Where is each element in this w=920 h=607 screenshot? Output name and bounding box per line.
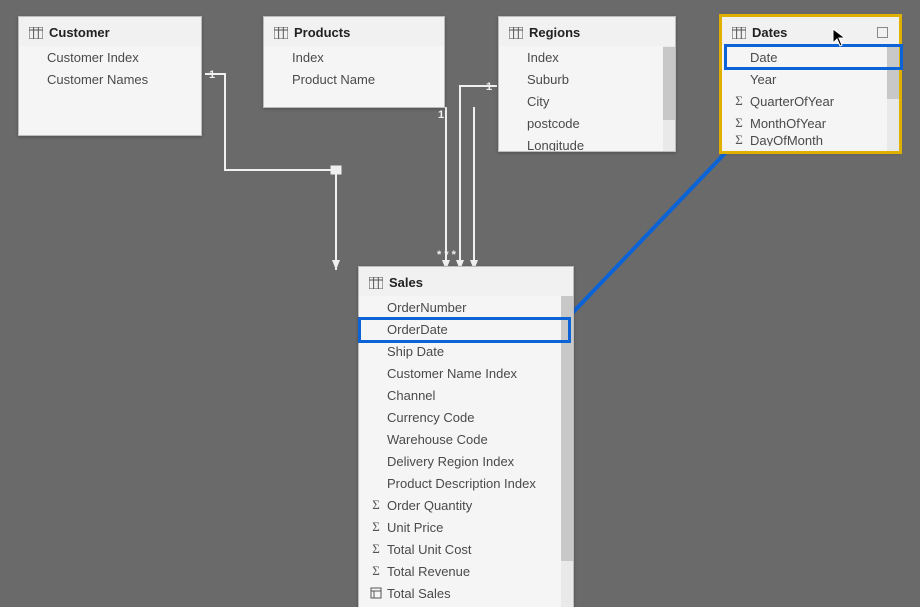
field-label: Unit Price (387, 520, 443, 535)
table-title: Dates (752, 25, 787, 40)
field-row[interactable]: Σ QuarterOfYear (722, 90, 887, 112)
field-label: Total Sales (387, 586, 451, 601)
table-icon (274, 27, 288, 39)
table-icon (509, 27, 523, 39)
svg-text:* * *: * * * (437, 249, 457, 261)
field-row[interactable]: OrderDate (359, 318, 561, 340)
maximize-icon[interactable] (875, 26, 889, 40)
table-icon (732, 27, 746, 39)
table-customer[interactable]: Customer Customer Index Customer Names (18, 16, 202, 136)
field-row[interactable]: Delivery Region Index (359, 450, 561, 472)
field-row[interactable]: Index (264, 46, 444, 68)
field-label: QuarterOfYear (750, 94, 834, 109)
field-row[interactable]: Warehouse Code (359, 428, 561, 450)
measure-icon (369, 587, 383, 599)
table-products[interactable]: Products Index Product Name (263, 16, 445, 108)
field-label: MonthOfYear (750, 116, 826, 131)
table-icon (369, 277, 383, 289)
field-label: Total Unit Cost (387, 542, 472, 557)
field-row[interactable]: Customer Name Index (359, 362, 561, 384)
field-row[interactable]: Channel (359, 384, 561, 406)
table-title: Customer (49, 25, 110, 40)
field-list: Index Suburb City postcode Longitude (499, 46, 663, 151)
field-row[interactable]: Suburb (499, 68, 663, 90)
field-list: Date Year Σ QuarterOfYear Σ MonthOfYear … (722, 46, 887, 151)
field-list: Index Product Name (264, 46, 444, 107)
field-row[interactable]: Σ Unit Price (359, 516, 561, 538)
field-row[interactable]: Index (499, 46, 663, 68)
table-header[interactable]: Dates (722, 17, 899, 46)
table-header[interactable]: Sales (359, 267, 573, 296)
svg-text:1: 1 (209, 69, 215, 81)
table-header[interactable]: Products (264, 17, 444, 46)
sigma-icon: Σ (369, 563, 383, 579)
field-row[interactable]: Σ MonthOfYear (722, 112, 887, 134)
table-title: Sales (389, 275, 423, 290)
svg-text:1: 1 (438, 109, 444, 121)
sigma-icon: Σ (369, 541, 383, 557)
table-header[interactable]: Customer (19, 17, 201, 46)
field-label: DayOfMonth (750, 134, 823, 146)
table-sales[interactable]: Sales OrderNumber OrderDate Ship Date Cu… (358, 266, 574, 607)
sigma-icon: Σ (732, 115, 746, 131)
svg-text:1: 1 (486, 81, 492, 93)
table-icon (29, 27, 43, 39)
field-row[interactable]: Σ Order Quantity (359, 494, 561, 516)
field-row[interactable]: Date (722, 46, 887, 68)
field-row[interactable]: Σ DayOfMonth (722, 134, 887, 146)
field-row[interactable]: Currency Code (359, 406, 561, 428)
sigma-icon: Σ (732, 134, 746, 146)
model-canvas[interactable]: 1 1 1 * * * Customer Customer Index Cust… (0, 0, 920, 607)
table-regions[interactable]: Regions Index Suburb City postcode Longi… (498, 16, 676, 152)
scrollbar[interactable] (663, 46, 675, 151)
field-row[interactable]: Year (722, 68, 887, 90)
field-label: Total Revenue (387, 564, 470, 579)
field-list: OrderNumber OrderDate Ship Date Customer… (359, 296, 561, 607)
sigma-icon: Σ (369, 519, 383, 535)
scrollbar[interactable] (887, 46, 899, 151)
scrollbar[interactable] (561, 296, 573, 607)
field-list: Customer Index Customer Names (19, 46, 201, 135)
sigma-icon: Σ (732, 93, 746, 109)
table-dates[interactable]: Dates Date Year Σ QuarterOfYear Σ MonthO… (721, 16, 900, 152)
field-row[interactable]: Σ Total Revenue (359, 560, 561, 582)
table-header[interactable]: Regions (499, 17, 675, 46)
field-row[interactable]: Total Sales (359, 582, 561, 604)
field-row[interactable]: Product Name (264, 68, 444, 90)
field-row[interactable]: Customer Index (19, 46, 201, 68)
field-row[interactable]: Longitude (499, 134, 663, 151)
table-title: Regions (529, 25, 580, 40)
sigma-icon: Σ (369, 497, 383, 513)
field-row[interactable]: City (499, 90, 663, 112)
table-title: Products (294, 25, 350, 40)
field-row[interactable]: Product Description Index (359, 472, 561, 494)
field-row[interactable]: Customer Names (19, 68, 201, 90)
field-row[interactable]: postcode (499, 112, 663, 134)
field-row[interactable]: OrderNumber (359, 296, 561, 318)
field-row[interactable]: Σ Total Unit Cost (359, 538, 561, 560)
field-label: Order Quantity (387, 498, 472, 513)
field-row[interactable]: Ship Date (359, 340, 561, 362)
